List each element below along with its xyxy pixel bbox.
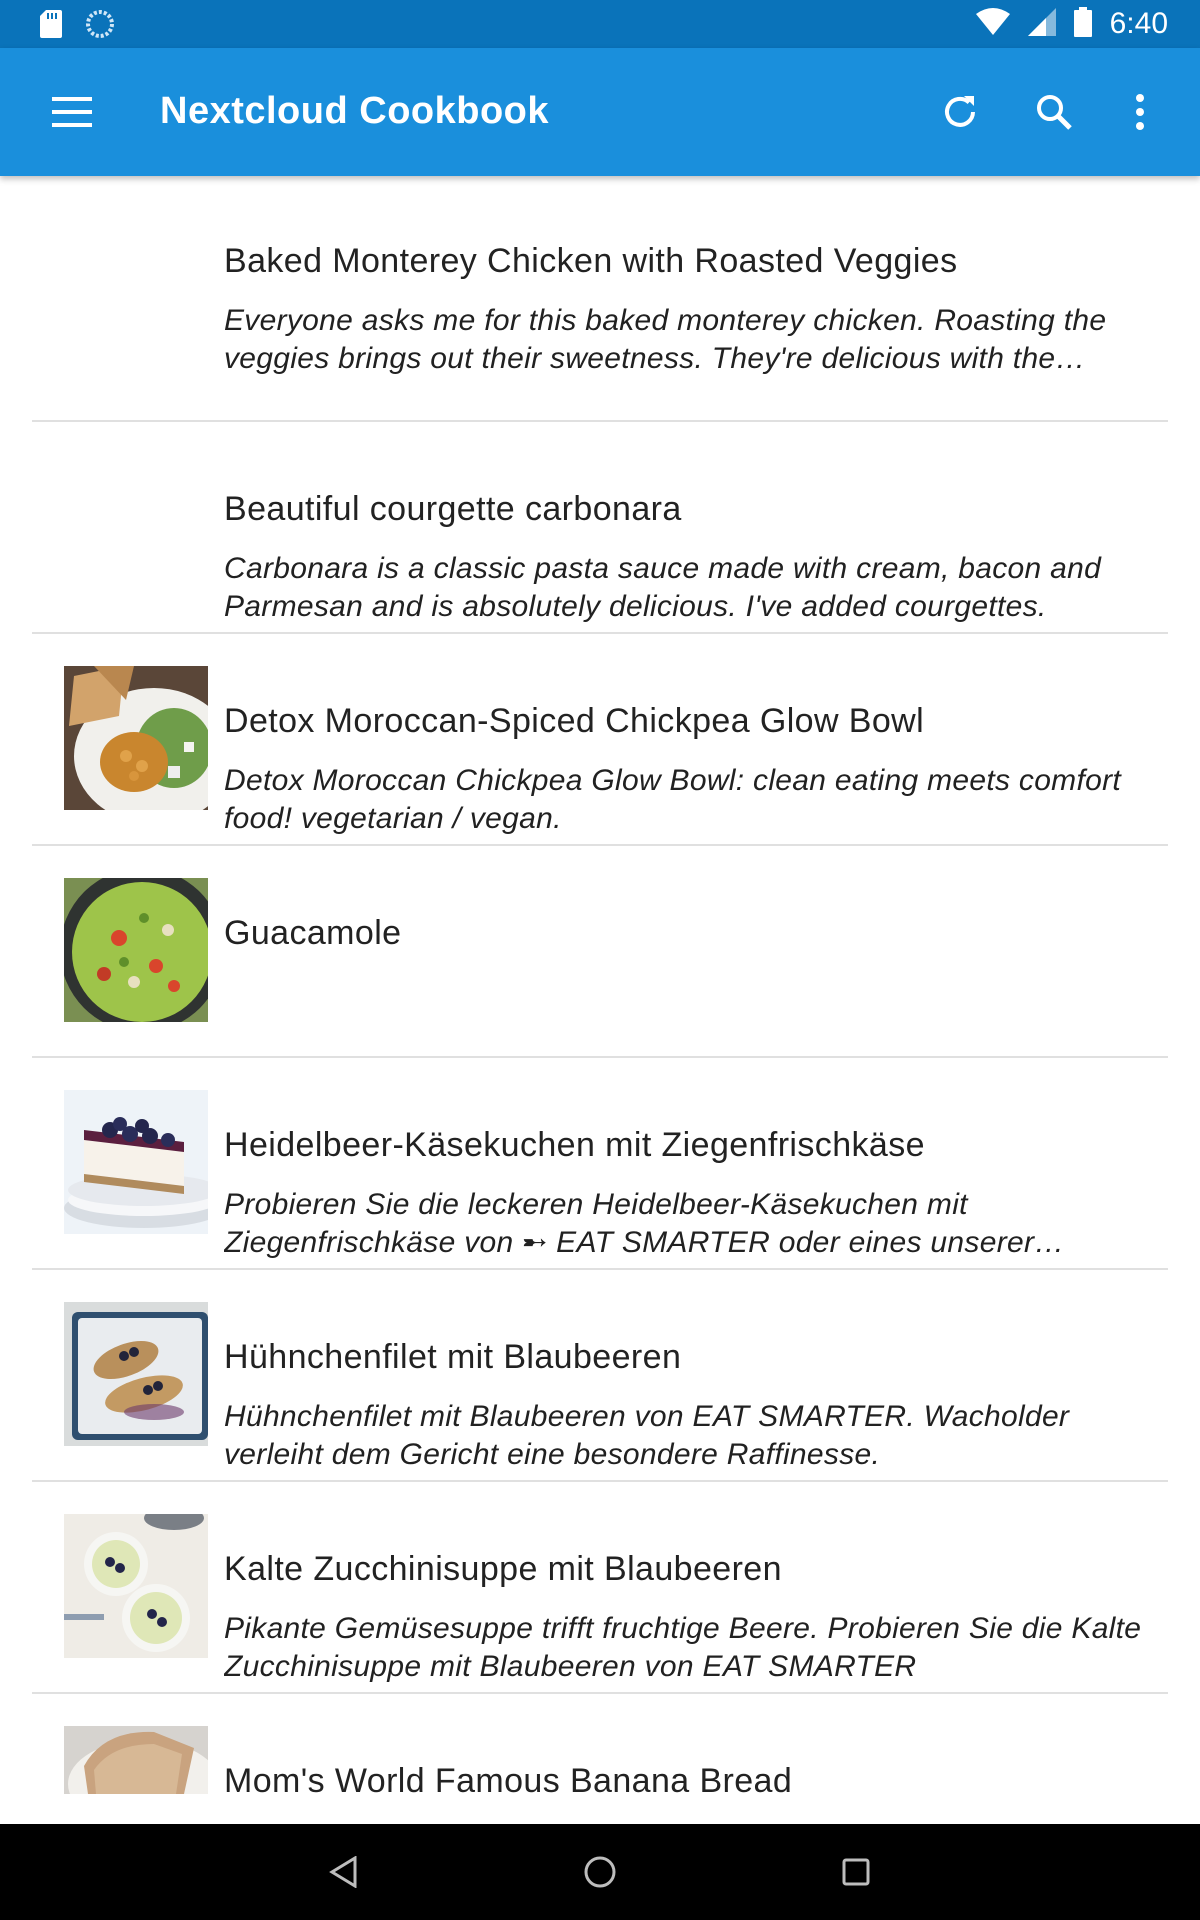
list-item[interactable]: Heidelbeer-Käsekuchen mit Ziegenfrischkä… (32, 1058, 1168, 1270)
cheesecake-photo (64, 1090, 208, 1234)
more-vert-icon[interactable] (1100, 72, 1180, 152)
recipe-title: Detox Moroccan-Spiced Chickpea Glow Bowl (224, 702, 925, 740)
home-icon[interactable] (576, 1848, 624, 1896)
navigation-bar (0, 1824, 1200, 1920)
banana-bread-photo (64, 1726, 208, 1794)
recipe-list[interactable]: Baked Monterey Chicken with Roasted Vegg… (0, 176, 1200, 1824)
list-item[interactable]: Baked Monterey Chicken with Roasted Vegg… (32, 210, 1168, 422)
list-item[interactable]: Beautiful courgette carbonara Carbonara … (32, 422, 1168, 634)
wifi-icon (975, 7, 1010, 41)
signal-icon (1027, 7, 1056, 41)
list-item[interactable]: Detox Moroccan-Spiced Chickpea Glow Bowl… (32, 634, 1168, 846)
recipe-title: Hühnchenfilet mit Blaubeeren (224, 1338, 682, 1376)
zucchini-soup-photo (64, 1514, 208, 1658)
status-bar: 6:40 (0, 0, 1200, 48)
app-title: Nextcloud Cookbook (160, 90, 550, 132)
recipe-description: Carbonara is a classic pasta sauce made … (224, 552, 1102, 623)
guacamole-photo (64, 878, 208, 1022)
recipe-title: Beautiful courgette carbonara (224, 490, 682, 528)
recents-icon[interactable] (832, 1848, 880, 1896)
recipe-title: Guacamole (224, 914, 402, 952)
status-time: 6:40 (1109, 7, 1168, 40)
list-item[interactable]: Kalte Zucchinisuppe mit Blaubeeren Pikan… (32, 1482, 1168, 1694)
recipe-description: Detox Moroccan Chickpea Glow Bowl: clean… (224, 764, 1122, 835)
menu-icon[interactable] (32, 72, 112, 152)
list-item[interactable]: Hühnchenfilet mit Blaubeeren Hühnchenfil… (32, 1270, 1168, 1482)
recipe-title: Baked Monterey Chicken with Roasted Vegg… (224, 242, 958, 280)
refresh-icon[interactable] (920, 72, 1000, 152)
app-bar: Nextcloud Cookbook (0, 48, 1200, 176)
recipe-description: Everyone asks me for this baked monterey… (224, 304, 1107, 375)
recipe-description: Probieren Sie die leckeren Heidelbeer-Kä… (224, 1188, 1035, 1259)
recipe-title: Mom's World Famous Banana Bread (224, 1762, 793, 1800)
sd-card-icon (40, 10, 62, 43)
recipe-title: Heidelbeer-Käsekuchen mit Ziegenfrischkä… (224, 1126, 925, 1164)
recipe-title: Kalte Zucchinisuppe mit Blaubeeren (224, 1550, 782, 1588)
list-item[interactable]: Mom's World Famous Banana Bread (32, 1694, 1168, 1824)
recipe-description: Hühnchenfilet mit Blaubeeren von EAT SMA… (224, 1400, 1070, 1471)
chicken-blueberry-photo (64, 1302, 208, 1446)
recipe-description: Pikante Gemüsesuppe trifft fruchtige Bee… (224, 1612, 1142, 1683)
back-icon[interactable] (320, 1848, 368, 1896)
battery-icon (1073, 6, 1092, 42)
search-icon[interactable] (1014, 72, 1094, 152)
sync-icon (86, 10, 114, 43)
chickpea-bowl-photo (64, 666, 208, 810)
list-item[interactable]: Guacamole (32, 846, 1168, 1058)
